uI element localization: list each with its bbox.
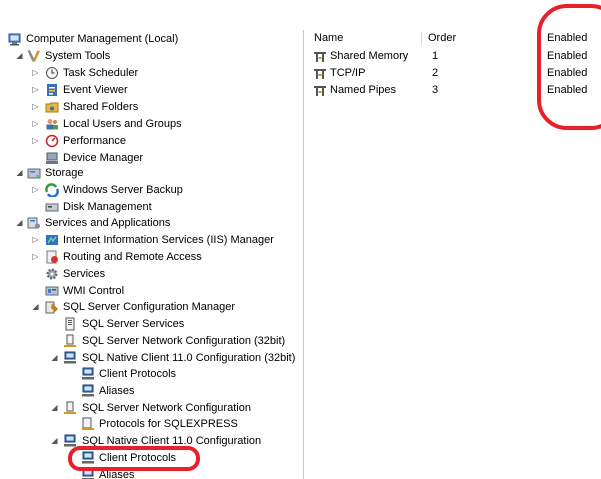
protocol-name: TCP/IP: [330, 67, 366, 79]
event-viewer-icon: [47, 84, 57, 96]
tree-item-label: SQL Native Client 11.0 Configuration: [82, 435, 262, 447]
expand-arrow-icon[interactable]: ▷: [31, 99, 40, 115]
users-icon: [46, 119, 58, 130]
expand-arrow-icon[interactable]: ▷: [31, 133, 40, 149]
collapse-arrow-icon[interactable]: ◢: [15, 48, 24, 64]
protocol-enabled: Enabled: [547, 50, 588, 62]
expand-arrow-icon[interactable]: ▷: [31, 82, 40, 98]
expand-arrow-icon[interactable]: ▷: [31, 232, 40, 248]
tree-item-label: Task Scheduler: [63, 67, 139, 79]
tools-icon: [27, 49, 40, 63]
tree-item-label: SQL Server Network Configuration: [82, 402, 251, 414]
shared-folder-icon: [45, 102, 59, 113]
collapse-arrow-icon[interactable]: ◢: [50, 400, 59, 416]
tree-item-label: Services and Applications: [45, 217, 171, 229]
protocol-order: 1: [432, 50, 439, 62]
protocol-order: 3: [432, 84, 439, 96]
network-config-icon: [64, 401, 76, 414]
tree-item-label: Event Viewer: [63, 84, 128, 96]
tree-item-label: Client Protocols: [99, 452, 177, 464]
tree-item-label: SQL Server Services: [82, 318, 185, 330]
protocol-order: 2: [432, 67, 439, 79]
tree-item-label: Internet Information Services (IIS) Mana…: [63, 234, 274, 246]
list-row[interactable]: Shared Memory 1 Enabled: [304, 48, 601, 65]
services-apps-icon: [27, 217, 40, 229]
wmi-icon: [45, 286, 59, 296]
protocol-enabled: Enabled: [547, 67, 588, 79]
backup-icon: [45, 183, 59, 197]
tree-item-label: Aliases: [99, 469, 135, 479]
tree-item-label: Shared Folders: [63, 101, 139, 113]
tree-item-label: SQL Server Network Configuration (32bit): [82, 335, 286, 347]
column-header-enabled[interactable]: Enabled: [547, 30, 587, 46]
protocol-list[interactable]: Name Order Enabled Shared Memory 1 Enabl…: [304, 30, 601, 479]
server-icon: [65, 317, 75, 331]
protocol-icon: [314, 52, 326, 62]
tree-item-label: Protocols for SQLEXPRESS: [99, 418, 238, 430]
protocols-icon: [82, 417, 94, 430]
computer-management-icon: [8, 33, 21, 46]
collapse-arrow-icon[interactable]: ◢: [15, 165, 24, 181]
protocol-name: Named Pipes: [330, 84, 397, 96]
tree-item-label: Windows Server Backup: [63, 184, 183, 196]
list-row[interactable]: Named Pipes 3 Enabled: [304, 82, 601, 99]
tree-item-label: Disk Management: [63, 201, 152, 213]
client-protocols-icon: [82, 451, 94, 464]
collapse-arrow-icon[interactable]: ◢: [50, 350, 59, 366]
list-row[interactable]: TCP/IP 2 Enabled: [304, 65, 601, 82]
tree-item-label: Routing and Remote Access: [63, 251, 202, 263]
sql-config-icon: [45, 301, 58, 314]
column-header-order[interactable]: Order: [428, 30, 456, 46]
native-client-icon: [64, 434, 76, 447]
routing-icon: [46, 250, 58, 264]
aliases-icon: [82, 468, 94, 479]
tree-item-label: Local Users and Groups: [63, 118, 182, 130]
protocol-enabled: Enabled: [547, 84, 588, 96]
column-divider[interactable]: [540, 32, 541, 45]
tree-item-label: Services: [63, 268, 106, 280]
tree-item-label: Device Manager: [63, 152, 144, 164]
collapse-arrow-icon[interactable]: ◢: [15, 215, 24, 231]
expand-arrow-icon[interactable]: ▷: [31, 182, 40, 198]
tree-item-label: SQL Server Configuration Manager: [63, 301, 236, 313]
column-header-name[interactable]: Name: [314, 30, 343, 46]
gear-icon: [46, 268, 58, 280]
collapse-arrow-icon[interactable]: ◢: [50, 433, 59, 449]
network-config-icon: [64, 334, 76, 347]
expand-arrow-icon[interactable]: ▷: [31, 249, 40, 265]
tree-item-label: System Tools: [45, 50, 111, 62]
column-divider[interactable]: [421, 32, 422, 45]
tree-item-label: SQL Native Client 11.0 Configuration (32…: [82, 352, 296, 364]
protocol-icon: [314, 69, 326, 79]
expand-arrow-icon[interactable]: ▷: [31, 65, 40, 81]
tree-item-label: WMI Control: [63, 285, 125, 297]
protocol-name: Shared Memory: [330, 50, 409, 62]
client-protocols-icon: [82, 367, 94, 380]
clock-icon: [46, 67, 58, 79]
console-tree[interactable]: Computer Management (Local) ◢ System Too…: [0, 30, 304, 479]
device-manager-icon: [46, 152, 58, 164]
performance-icon: [45, 134, 59, 148]
top-blank-area: [0, 0, 601, 30]
expand-arrow-icon[interactable]: ▷: [31, 116, 40, 132]
iis-icon: [46, 235, 58, 245]
disk-icon: [45, 203, 59, 212]
tree-item-label: Storage: [45, 167, 84, 179]
native-client-icon: [64, 351, 76, 364]
tree-item-label: Aliases: [99, 385, 135, 397]
tree-item-label: Computer Management (Local): [26, 33, 179, 45]
storage-icon: [27, 168, 41, 179]
aliases-icon: [82, 384, 94, 397]
protocol-icon: [314, 86, 326, 96]
collapse-arrow-icon[interactable]: ◢: [31, 299, 40, 315]
tree-item-label: Client Protocols: [99, 368, 177, 380]
tree-item-label: Performance: [63, 135, 126, 147]
